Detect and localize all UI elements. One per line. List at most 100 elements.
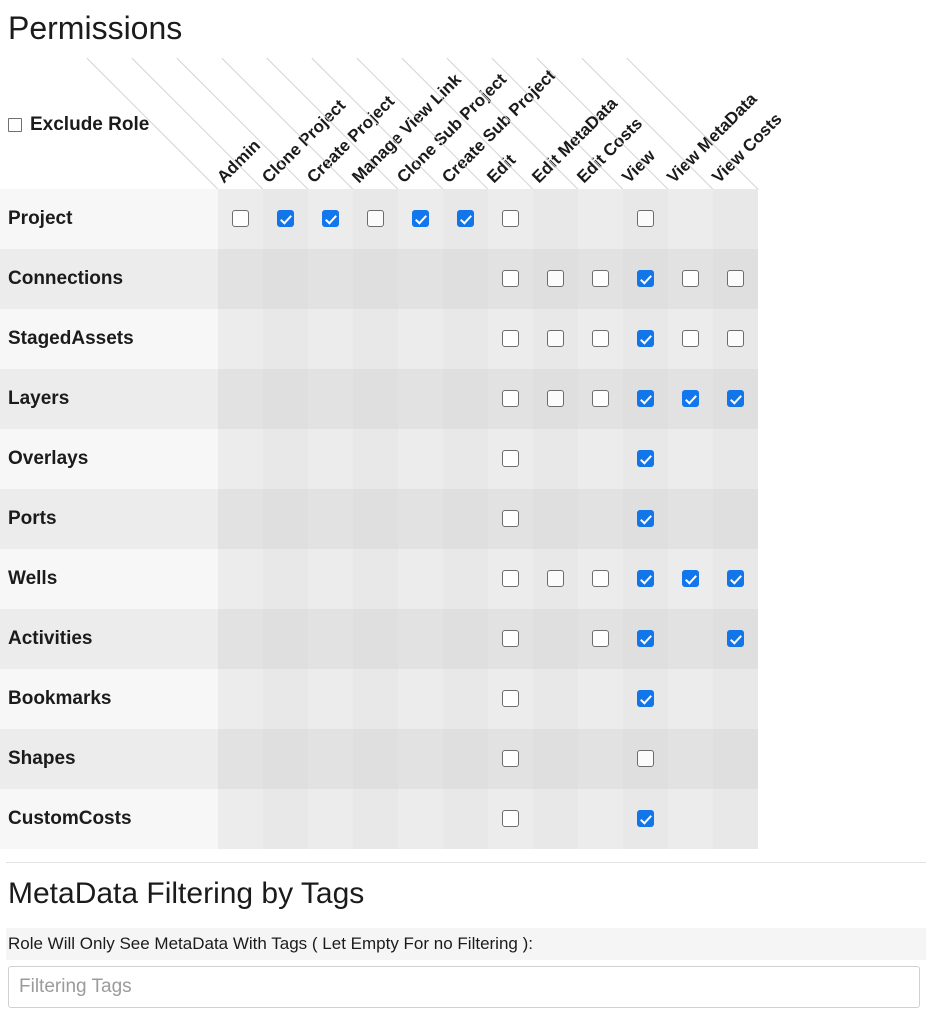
checkbox-unchecked[interactable] <box>682 330 699 348</box>
checkbox-checked[interactable] <box>637 630 654 648</box>
checkbox-checked[interactable] <box>727 570 744 588</box>
permission-cell[interactable] <box>488 369 533 429</box>
permission-cell[interactable] <box>713 609 758 669</box>
checkbox-checked[interactable] <box>637 510 654 528</box>
checkbox-checked[interactable] <box>637 570 654 588</box>
checkbox-unchecked[interactable] <box>727 330 744 348</box>
permission-cell[interactable] <box>488 549 533 609</box>
permission-cell <box>308 609 353 669</box>
checkbox-checked[interactable] <box>637 810 654 828</box>
checkbox-checked[interactable] <box>727 390 744 408</box>
permission-cell[interactable] <box>488 309 533 369</box>
checkbox-checked[interactable] <box>682 570 699 588</box>
checkbox-checked[interactable] <box>412 210 429 228</box>
permission-cell[interactable] <box>623 609 668 669</box>
checkbox-checked[interactable] <box>637 690 654 708</box>
permission-cell[interactable] <box>623 669 668 729</box>
checkbox-unchecked[interactable] <box>547 570 564 588</box>
permission-cell[interactable] <box>578 369 623 429</box>
permission-cell[interactable] <box>263 189 308 249</box>
permission-cell[interactable] <box>398 189 443 249</box>
permission-cell <box>533 189 578 249</box>
permission-cell[interactable] <box>623 309 668 369</box>
permission-cell[interactable] <box>668 309 713 369</box>
permission-cell[interactable] <box>533 309 578 369</box>
permission-cell[interactable] <box>488 189 533 249</box>
checkbox-unchecked[interactable] <box>232 210 249 228</box>
checkbox-unchecked[interactable] <box>637 210 654 228</box>
permission-cell <box>353 669 398 729</box>
permission-cell[interactable] <box>623 249 668 309</box>
checkbox-unchecked[interactable] <box>502 210 519 228</box>
permission-cell[interactable] <box>713 249 758 309</box>
permission-cell[interactable] <box>488 609 533 669</box>
permission-cell[interactable] <box>488 729 533 789</box>
permission-cell[interactable] <box>713 369 758 429</box>
checkbox-unchecked[interactable] <box>502 570 519 588</box>
checkbox-unchecked[interactable] <box>592 390 609 408</box>
permission-cell[interactable] <box>353 189 398 249</box>
checkbox-checked[interactable] <box>637 390 654 408</box>
exclude-role-row[interactable]: Exclude Role <box>8 114 149 136</box>
checkbox-checked[interactable] <box>322 210 339 228</box>
permission-cell[interactable] <box>443 189 488 249</box>
permission-cell[interactable] <box>713 309 758 369</box>
permission-cell[interactable] <box>488 429 533 489</box>
permission-cell[interactable] <box>668 369 713 429</box>
checkbox-unchecked[interactable] <box>727 270 744 288</box>
checkbox-unchecked[interactable] <box>592 630 609 648</box>
checkbox-checked[interactable] <box>457 210 474 228</box>
permission-cell[interactable] <box>623 189 668 249</box>
checkbox-unchecked[interactable] <box>502 630 519 648</box>
permission-cell[interactable] <box>578 609 623 669</box>
checkbox-unchecked[interactable] <box>502 450 519 468</box>
permission-cell[interactable] <box>533 549 578 609</box>
permission-cell[interactable] <box>668 549 713 609</box>
checkbox-unchecked[interactable] <box>367 210 384 228</box>
permission-cell[interactable] <box>578 249 623 309</box>
checkbox-unchecked[interactable] <box>502 750 519 768</box>
checkbox-checked[interactable] <box>682 390 699 408</box>
checkbox-unchecked[interactable] <box>502 270 519 288</box>
checkbox-unchecked[interactable] <box>592 570 609 588</box>
permission-cell[interactable] <box>488 789 533 849</box>
permission-cell[interactable] <box>533 249 578 309</box>
checkbox-unchecked[interactable] <box>502 690 519 708</box>
permission-cell[interactable] <box>623 429 668 489</box>
checkbox-unchecked[interactable] <box>502 810 519 828</box>
permission-cell[interactable] <box>668 249 713 309</box>
checkbox-unchecked[interactable] <box>547 330 564 348</box>
permission-cell[interactable] <box>218 189 263 249</box>
column-header-clone-project: Clone Project <box>131 50 349 191</box>
exclude-role-checkbox[interactable] <box>8 118 22 132</box>
filtering-tags-input[interactable] <box>8 966 920 1008</box>
checkbox-checked[interactable] <box>277 210 294 228</box>
permission-cell[interactable] <box>623 369 668 429</box>
checkbox-unchecked[interactable] <box>547 390 564 408</box>
checkbox-unchecked[interactable] <box>682 270 699 288</box>
permission-cell[interactable] <box>623 729 668 789</box>
checkbox-checked[interactable] <box>727 630 744 648</box>
checkbox-unchecked[interactable] <box>547 270 564 288</box>
checkbox-unchecked[interactable] <box>637 750 654 768</box>
checkbox-unchecked[interactable] <box>502 330 519 348</box>
permission-cell[interactable] <box>578 309 623 369</box>
permission-cell[interactable] <box>488 669 533 729</box>
permission-cell[interactable] <box>713 549 758 609</box>
checkbox-unchecked[interactable] <box>502 510 519 528</box>
checkbox-checked[interactable] <box>637 270 654 288</box>
checkbox-unchecked[interactable] <box>592 330 609 348</box>
permission-cell[interactable] <box>533 369 578 429</box>
permission-cell[interactable] <box>578 549 623 609</box>
permission-cell[interactable] <box>623 549 668 609</box>
checkbox-checked[interactable] <box>637 450 654 468</box>
checkbox-unchecked[interactable] <box>502 390 519 408</box>
checkbox-unchecked[interactable] <box>592 270 609 288</box>
permission-cell[interactable] <box>308 189 353 249</box>
permission-cell <box>308 429 353 489</box>
checkbox-checked[interactable] <box>637 330 654 348</box>
permission-cell[interactable] <box>488 249 533 309</box>
permission-cell[interactable] <box>623 489 668 549</box>
permission-cell[interactable] <box>623 789 668 849</box>
permission-cell[interactable] <box>488 489 533 549</box>
